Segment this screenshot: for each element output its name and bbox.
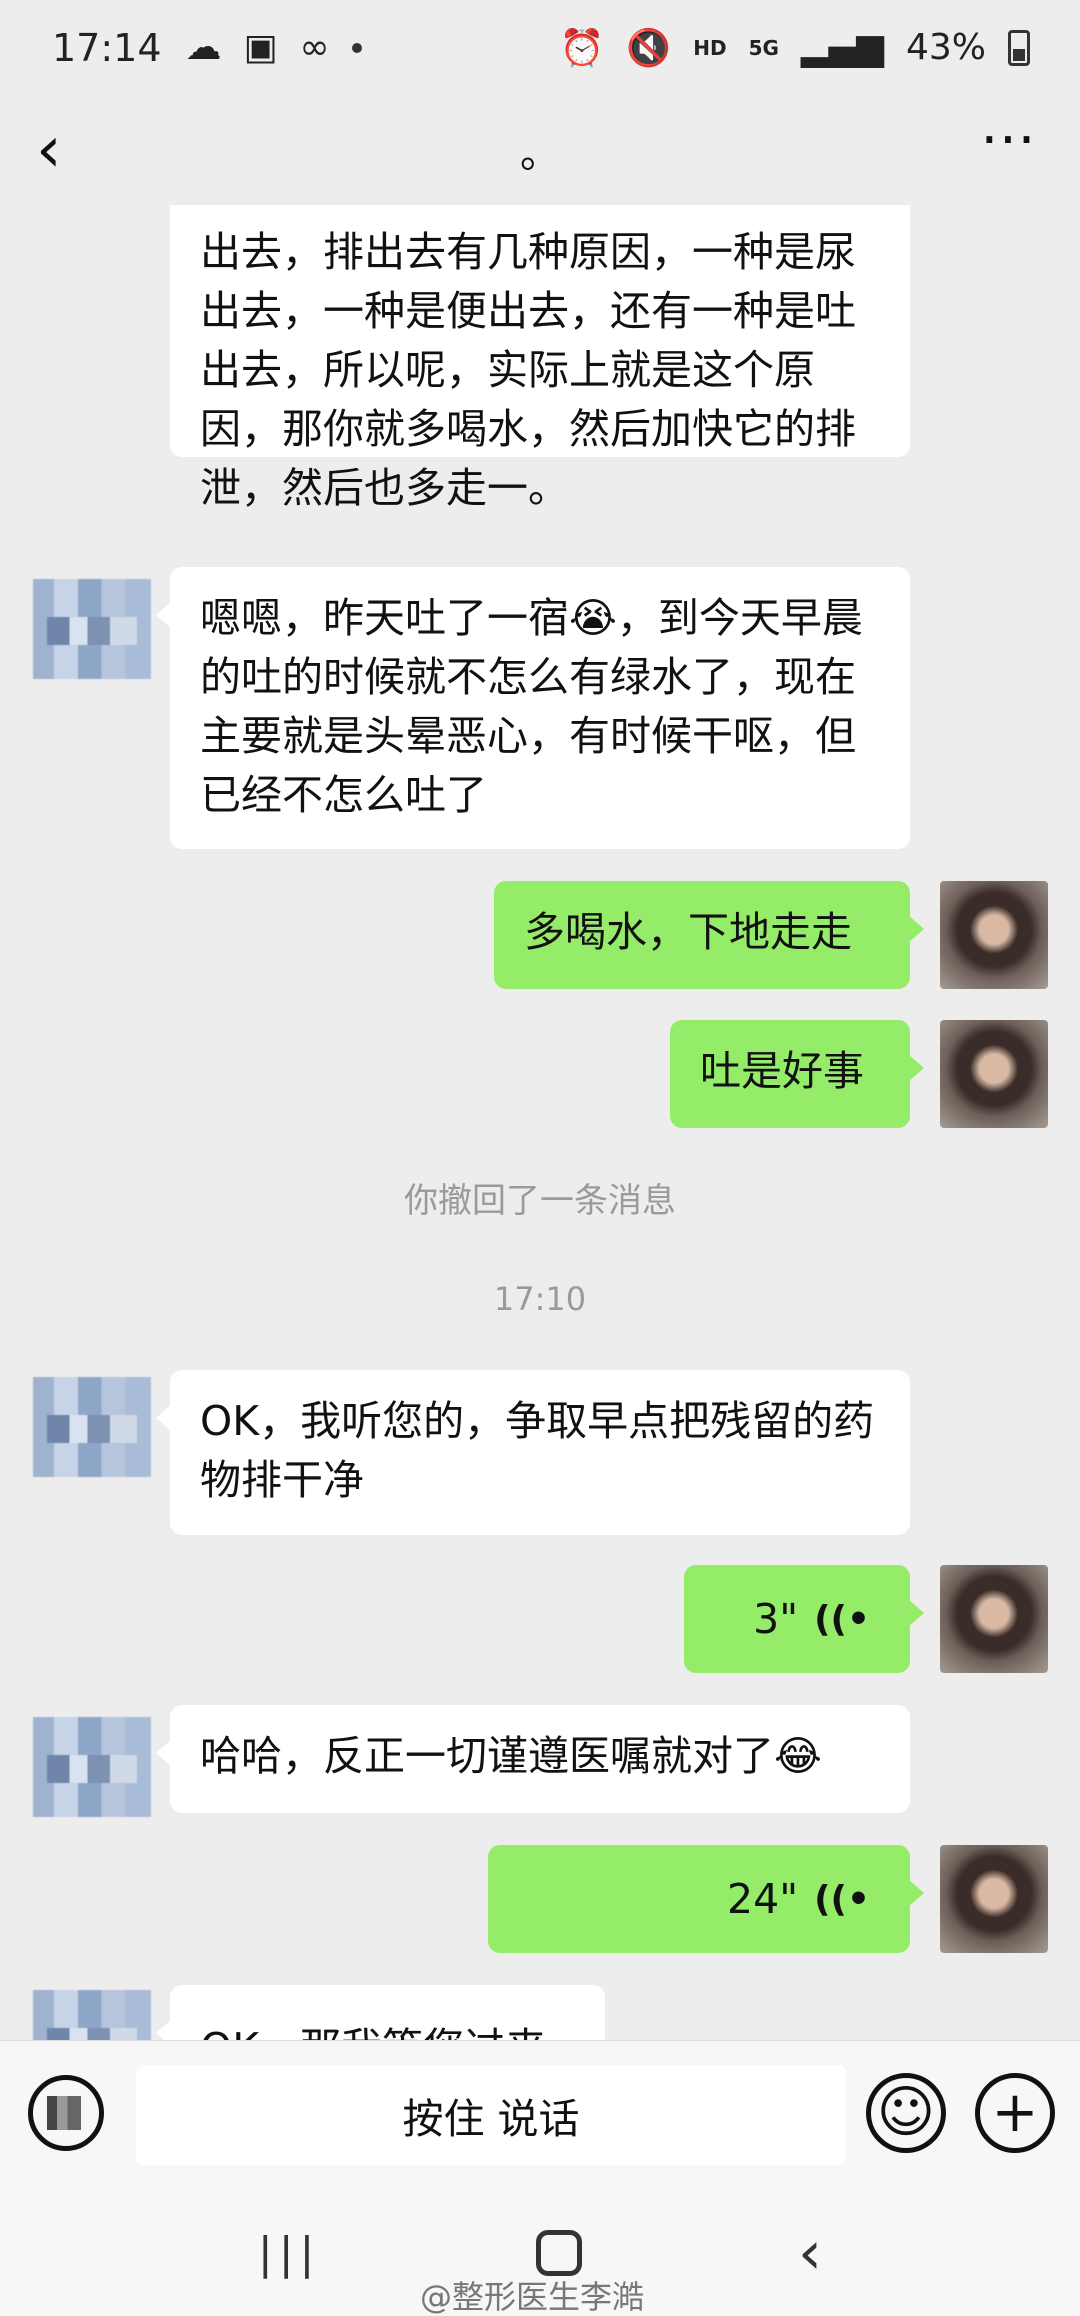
timestamp: 17:10 — [493, 1280, 587, 1318]
input-bar: 按住 说话 ☺ + — [0, 2040, 1080, 2190]
voice-duration: 3" — [753, 1594, 799, 1643]
gallery-icon: ▣ — [243, 27, 278, 68]
back-icon[interactable]: ‹ — [36, 115, 96, 185]
alarm-icon: ⏰ — [559, 27, 605, 69]
hold-to-talk-button[interactable]: 按住 说话 — [136, 2065, 846, 2165]
message-bubble-left[interactable]: OK，我听您的，争取早点把残留的药物排干净 — [156, 1370, 910, 1535]
voice-wave-icon: ((• — [814, 1598, 870, 1640]
voice-duration: 24" — [727, 1874, 799, 1923]
watermark: @整形医生李澔 — [420, 2278, 645, 2316]
battery-icon — [1008, 29, 1030, 66]
recents-icon[interactable]: ||| — [258, 2228, 320, 2279]
system-back-icon[interactable]: ‹ — [798, 2218, 822, 2288]
network-5g-label: 5G — [748, 35, 779, 60]
home-icon[interactable] — [536, 2230, 583, 2276]
voice-wave-icon: ((• — [814, 1878, 870, 1920]
message-text: OK，那我等您过来 — [200, 2024, 546, 2040]
chat-title: 。 — [520, 131, 560, 177]
contact-avatar[interactable] — [33, 1990, 151, 2040]
contact-avatar[interactable] — [33, 1717, 151, 1817]
message-bubble-left[interactable]: 出去，排出去有几种原因，一种是尿出去，一种是便出去，还有一种是吐出去，所以呢，实… — [170, 205, 910, 512]
my-avatar[interactable] — [940, 1565, 1048, 1673]
link-icon: ∞ — [299, 27, 330, 68]
emoji-icon[interactable]: ☺ — [866, 2073, 946, 2153]
message-text: OK，我听您的，争取早点把残留的药物排干净 — [200, 1397, 875, 1504]
message-text: 多喝水，下地走走 — [524, 908, 852, 956]
chat-header: ‹ 。 ⋯ — [0, 95, 1080, 205]
message-text: 出去，排出去有几种原因，一种是尿出去，一种是便出去，还有一种是吐出去，所以呢，实… — [200, 228, 856, 512]
my-avatar[interactable] — [940, 1020, 1048, 1128]
voice-mode-icon[interactable] — [28, 2075, 104, 2151]
contact-avatar[interactable] — [33, 579, 151, 679]
notification-icons: ☁ ▣ ∞ — [186, 27, 362, 68]
cloud-icon: ☁ — [185, 27, 222, 68]
status-bar: 17:14 ☁ ▣ ∞ ⏰ 🔇 HD 5G ▂▄▆ 43% — [0, 0, 1080, 95]
hd-label: HD — [693, 35, 727, 60]
contact-avatar[interactable] — [33, 1377, 151, 1477]
voice-message-bubble[interactable]: 3" ((• — [684, 1565, 924, 1673]
my-avatar[interactable] — [940, 881, 1048, 989]
message-bubble-right[interactable]: 多喝水，下地走走 — [494, 881, 924, 989]
add-more-icon[interactable]: + — [975, 2073, 1055, 2153]
message-bubble-left[interactable]: 嗯嗯，昨天吐了一宿😭，到今天早晨的吐的时候就不怎么有绿水了，现在主要就是头晕恶心… — [156, 567, 910, 849]
signal-icon: ▂▄▆ — [800, 27, 884, 68]
status-right: ⏰ 🔇 HD 5G ▂▄▆ 43% — [560, 27, 1030, 69]
more-options-icon[interactable]: ⋯ — [980, 111, 1040, 167]
message-bubble-left[interactable]: OK，那我等您过来 — [156, 1985, 605, 2040]
voice-message-bubble[interactable]: 24" ((• — [488, 1845, 924, 1953]
message-text: 嗯嗯，昨天吐了一宿😭，到今天早晨的吐的时候就不怎么有绿水了，现在主要就是头晕恶心… — [200, 594, 863, 819]
status-time: 17:14 — [52, 25, 162, 70]
mute-icon: 🔇 — [626, 27, 672, 69]
more-notifications-icon — [351, 42, 362, 53]
message-bubble-right[interactable]: 吐是好事 — [670, 1020, 924, 1128]
message-text: 吐是好事 — [700, 1047, 864, 1095]
message-list[interactable]: 出去，排出去有几种原因，一种是尿出去，一种是便出去，还有一种是吐出去，所以呢，实… — [0, 205, 1080, 2040]
message-bubble-left[interactable]: 哈哈，反正一切谨遵医嘱就对了😂 — [156, 1705, 910, 1813]
battery-percent: 43% — [905, 27, 986, 68]
my-avatar[interactable] — [940, 1845, 1048, 1953]
message-text: 哈哈，反正一切谨遵医嘱就对了😂 — [200, 1732, 822, 1780]
recall-notice: 你撤回了一条消息 — [404, 1181, 676, 1221]
